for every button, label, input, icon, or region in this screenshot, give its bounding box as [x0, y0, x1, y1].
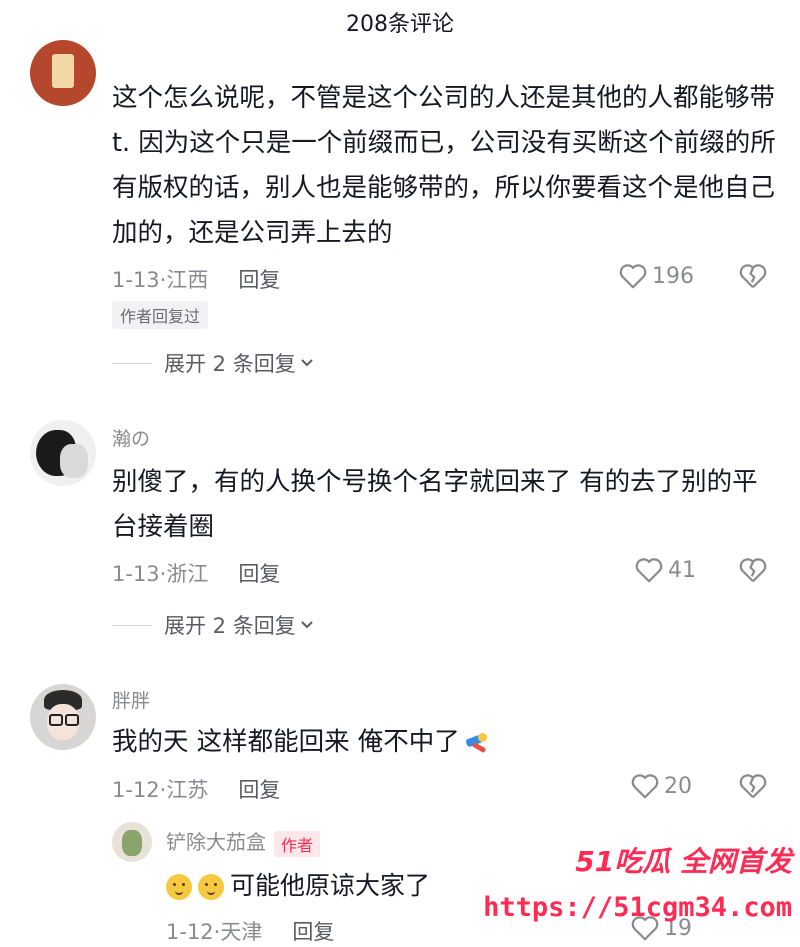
author-replied-badge: 作者回复过	[112, 301, 209, 329]
chevron-down-icon	[301, 621, 313, 629]
chevron-down-icon	[301, 359, 313, 367]
comment-count-title: 208条评论	[346, 12, 454, 37]
reply-button[interactable]: 回复	[292, 920, 334, 944]
pleading-face-emoji-icon	[198, 874, 224, 900]
watermark-url: https://51cgm34.com	[483, 892, 792, 923]
reply-button[interactable]: 回复	[238, 268, 280, 292]
comment-meta: 1-12·江苏 回复	[112, 774, 280, 804]
divider	[112, 362, 152, 364]
username[interactable]: 瀚の	[112, 424, 150, 451]
comment-meta: 1-13·浙江 回复	[112, 558, 280, 588]
like-count: 20	[664, 773, 692, 799]
running-person-emoji-icon	[464, 731, 492, 755]
expand-label: 展开 2 条回复	[164, 614, 296, 638]
like-count: 41	[668, 557, 696, 583]
date-location: 1-13·江西	[112, 268, 209, 292]
expand-replies-button[interactable]: 展开 2 条回复	[112, 610, 314, 640]
heart-outline-icon	[631, 774, 659, 799]
heart-outline-icon	[635, 558, 663, 583]
avatar[interactable]	[30, 40, 96, 106]
broken-heart-icon	[739, 558, 767, 583]
avatar[interactable]	[30, 420, 96, 486]
avatar[interactable]	[112, 822, 152, 862]
reply-button[interactable]: 回复	[238, 778, 280, 802]
pleading-face-emoji-icon	[166, 874, 192, 900]
heart-outline-icon	[619, 264, 647, 289]
expand-label: 展开 2 条回复	[164, 352, 296, 376]
username[interactable]: 铲除大茄盒	[166, 830, 266, 854]
comments-header: 208条评论	[0, 0, 800, 40]
dislike-button[interactable]	[738, 556, 768, 588]
author-tag: 作者	[274, 830, 321, 857]
watermark-title: 51吃瓜 全网首发	[575, 845, 792, 878]
username[interactable]: 胖胖	[112, 686, 150, 713]
broken-heart-icon	[739, 774, 767, 799]
comment-text: 这个怎么说呢，不管是这个公司的人还是其他的人都能够带t. 因为这个只是一个前缀而…	[112, 83, 776, 248]
reply-header: 铲除大茄盒 作者	[166, 826, 321, 857]
comment-text: 可能他原谅大家了	[166, 866, 430, 906]
like-button[interactable]: 20	[630, 772, 692, 800]
like-count: 196	[652, 263, 694, 289]
broken-heart-icon	[739, 264, 767, 289]
comment-text: 别傻了，有的人换个号换个名字就回来了 有的去了别的平台接着圈	[112, 467, 758, 542]
comment-meta: 1-13·江西 回复	[112, 264, 280, 294]
watermark: 51吃瓜 全网首发 https://51cgm34.com	[483, 840, 792, 940]
like-button[interactable]: 41	[634, 556, 696, 584]
expand-replies-button[interactable]: 展开 2 条回复	[112, 348, 314, 378]
like-button[interactable]: 196	[618, 262, 694, 290]
dislike-button[interactable]	[738, 772, 768, 804]
dislike-button[interactable]	[738, 262, 768, 294]
reply-button[interactable]: 回复	[238, 562, 280, 586]
divider	[112, 624, 152, 626]
comment-meta: 1-12·天津 回复	[166, 916, 334, 946]
date-location: 1-12·江苏	[112, 778, 209, 802]
avatar[interactable]	[30, 684, 96, 750]
comment-text: 我的天 这样都能回来 俺不中了	[112, 720, 777, 765]
date-location: 1-12·天津	[166, 920, 263, 944]
date-location: 1-13·浙江	[112, 562, 209, 586]
